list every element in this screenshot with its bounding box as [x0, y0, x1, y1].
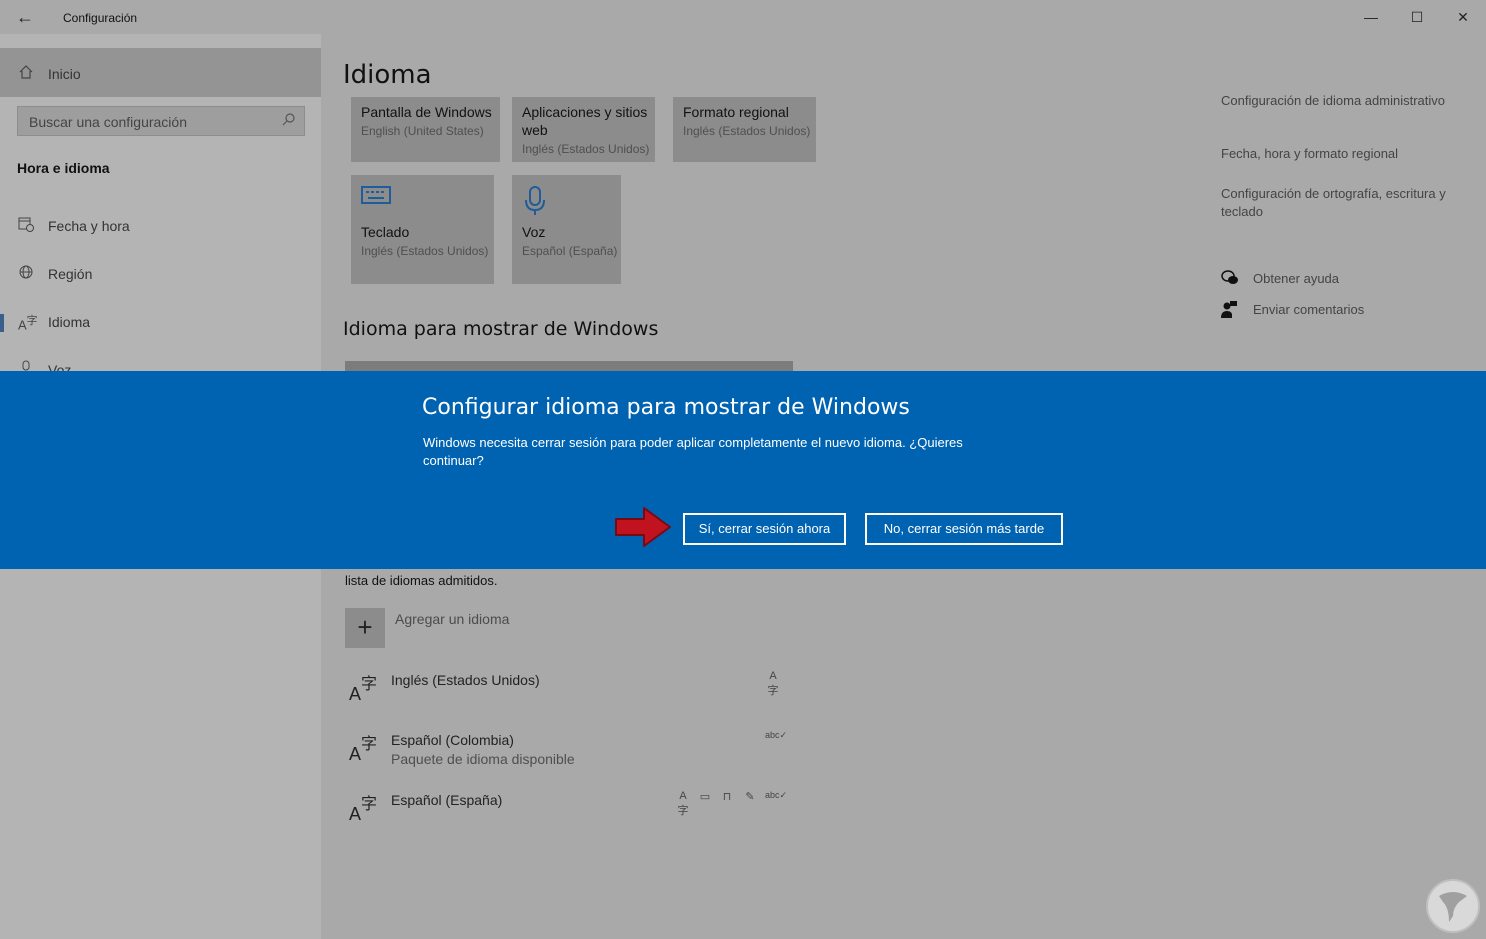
- arrow-left-icon: ←: [16, 7, 34, 27]
- tile-aplicaciones-y-sitios-web[interactable]: Aplicaciones y sitios web Inglés (Estado…: [512, 97, 655, 162]
- maximize-button[interactable]: ☐: [1394, 4, 1440, 30]
- pointer-arrow-icon: [615, 507, 671, 547]
- language-item[interactable]: A字 Español (España) A字 ▭ ⊓ ✎ abc✓: [345, 790, 788, 840]
- page-title: Idioma: [343, 60, 432, 90]
- dialog-title: Configurar idioma para mostrar de Window…: [422, 395, 910, 420]
- related-link-date-format[interactable]: Fecha, hora y formato regional: [1221, 146, 1398, 161]
- speech-icon: ▭: [699, 791, 711, 803]
- tile-subtitle: Inglés (Estados Unidos): [522, 142, 650, 156]
- language-item[interactable]: A字 Inglés (Estados Unidos) A字: [345, 670, 785, 720]
- add-language-button[interactable]: +: [345, 608, 385, 648]
- watermark-logo-icon: [1426, 879, 1480, 933]
- language-icon: A字: [18, 315, 38, 333]
- sidebar-item-region[interactable]: Región: [0, 254, 321, 294]
- sidebar-item-label: Inicio: [48, 66, 81, 82]
- sidebar-item-label: Idioma: [48, 314, 91, 330]
- sign-out-dialog: Configurar idioma para mostrar de Window…: [0, 371, 1486, 569]
- sign-out-later-button[interactable]: No, cerrar sesión más tarde: [865, 513, 1063, 545]
- sidebar-item-label: Región: [48, 266, 93, 282]
- calendar-clock-icon: [18, 216, 34, 236]
- language-name: Español (España): [391, 792, 503, 808]
- title-bar: ← Configuración — ☐ ✕: [0, 0, 1486, 34]
- minimize-button[interactable]: —: [1348, 4, 1394, 30]
- display-language-icon: A字: [767, 670, 779, 697]
- selection-indicator: [0, 314, 4, 332]
- sidebar-item-label: Fecha y hora: [48, 218, 130, 234]
- sidebar-item-fecha-y-hora[interactable]: Fecha y hora: [0, 206, 321, 246]
- related-link-admin-settings[interactable]: Configuración de idioma administrativo: [1221, 92, 1461, 128]
- tile-formato-regional[interactable]: Formato regional Inglés (Estados Unidos): [673, 97, 816, 162]
- app-title: Configuración: [63, 11, 138, 25]
- tile-subtitle: Español (España): [522, 244, 618, 258]
- microphone-icon: ⊓: [722, 791, 732, 803]
- microphone-icon: [18, 360, 34, 371]
- related-link-spelling[interactable]: Configuración de ortografía, escritura y…: [1221, 185, 1471, 221]
- sidebar-item-voz[interactable]: Voz: [0, 350, 321, 371]
- language-name: Español (Colombia): [391, 732, 514, 748]
- spell-check-icon: abc✓: [765, 730, 788, 740]
- tile-subtitle: English (United States): [361, 124, 484, 138]
- send-feedback-label: Enviar comentarios: [1253, 302, 1365, 317]
- sidebar-item-idioma[interactable]: A字 Idioma: [0, 302, 321, 342]
- search-box[interactable]: Buscar una configuración: [17, 106, 305, 136]
- language-item[interactable]: A字 Español (Colombia) Paquete de idioma …: [345, 730, 788, 780]
- close-button[interactable]: ✕: [1440, 4, 1486, 30]
- tile-subtitle: Inglés (Estados Unidos): [361, 244, 489, 258]
- section-title: Hora e idioma: [17, 160, 110, 176]
- tile-voz[interactable]: Voz Español (España): [512, 175, 621, 284]
- handwriting-icon: ✎: [745, 791, 755, 803]
- tile-subtitle: Inglés (Estados Unidos): [683, 124, 811, 138]
- sidebar-item-label: Voz: [48, 362, 72, 371]
- globe-icon: [18, 264, 34, 284]
- tile-pantalla-de-windows[interactable]: Pantalla de Windows English (United Stat…: [351, 97, 500, 162]
- section-heading: Idioma para mostrar de Windows: [343, 318, 659, 340]
- plus-icon: +: [357, 612, 373, 642]
- add-language-label[interactable]: Agregar un idioma: [395, 611, 509, 627]
- search-input[interactable]: Buscar una configuración: [29, 114, 187, 130]
- tile-title: Teclado: [361, 224, 410, 240]
- tile-title: Pantalla de Windows: [361, 104, 492, 120]
- home-icon: [18, 64, 34, 85]
- sign-out-now-button[interactable]: Sí, cerrar sesión ahora: [683, 513, 846, 545]
- get-help-label: Obtener ayuda: [1253, 271, 1340, 286]
- search-icon[interactable]: [282, 112, 296, 129]
- sidebar-item-home[interactable]: Inicio: [0, 48, 321, 97]
- tile-title: Aplicaciones y sitios web: [522, 104, 648, 138]
- back-button[interactable]: ←: [14, 6, 36, 28]
- tile-title: Voz: [522, 224, 546, 240]
- microphone-icon: [522, 185, 548, 222]
- spell-check-icon: abc✓: [765, 790, 788, 800]
- languages-description: lista de idiomas admitidos.: [345, 573, 498, 588]
- dialog-message: Windows necesita cerrar sesión para pode…: [423, 435, 963, 468]
- display-language-icon: A字: [677, 790, 689, 817]
- language-status: Paquete de idioma disponible: [391, 751, 575, 767]
- tile-title: Formato regional: [683, 104, 789, 120]
- keyboard-icon: [361, 185, 391, 210]
- language-name: Inglés (Estados Unidos): [391, 672, 540, 688]
- feedback-icon: [1221, 301, 1239, 322]
- tile-teclado[interactable]: Teclado Inglés (Estados Unidos): [351, 175, 494, 284]
- help-chat-icon: [1221, 270, 1239, 289]
